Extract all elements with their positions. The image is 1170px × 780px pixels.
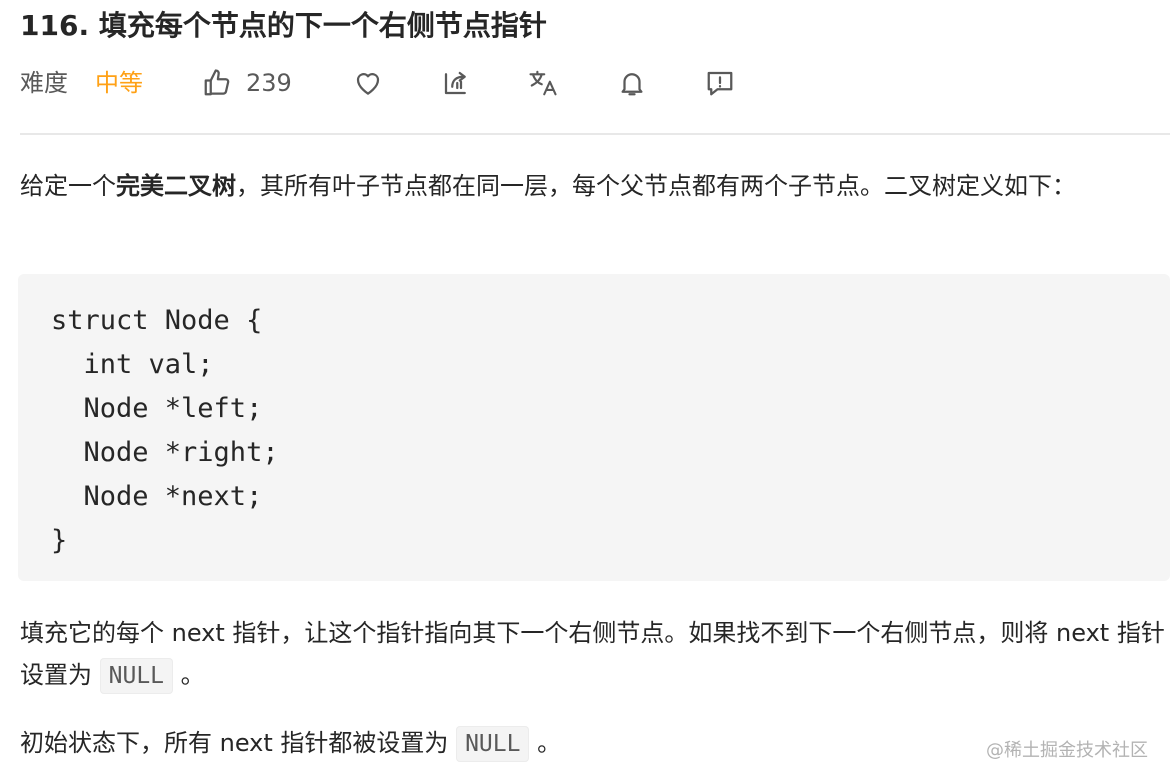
heart-icon[interactable]	[353, 68, 383, 98]
code-block: struct Node { int val; Node *left; Node …	[18, 274, 1170, 581]
divider	[20, 133, 1170, 135]
share-icon[interactable]	[441, 68, 471, 98]
watermark: @稀土掘金技术社区	[986, 740, 1148, 761]
para3-text-a: 初始状态下，所有 next 指针都被设置为	[20, 729, 457, 757]
problem-title: 116. 填充每个节点的下一个右侧节点指针	[20, 9, 547, 42]
intro-text-a: 给定一个	[20, 172, 116, 200]
struct-definition: struct Node { int val; Node *left; Node …	[51, 305, 279, 556]
intro-text-b: ，其所有叶子节点都在同一层，每个父节点都有两个子节点。二叉树定义如下：	[236, 172, 1076, 200]
null-code: NULL	[456, 726, 530, 762]
difficulty-label: 难度	[20, 69, 68, 97]
problem-description: 给定一个完美二叉树，其所有叶子节点都在同一层，每个父节点都有两个子节点。二叉树定…	[20, 168, 1165, 204]
like-count: 239	[246, 69, 292, 97]
null-code: NULL	[99, 658, 174, 694]
difficulty-value: 中等	[95, 69, 143, 97]
intro-bold-term: 完美二叉树	[116, 172, 236, 200]
fill-next-description: 填充它的每个 next 指针，让这个指针指向其下一个右侧节点。如果找不到下一个右…	[20, 612, 1165, 697]
comment-icon[interactable]	[705, 68, 735, 98]
para2-text-b: 。	[173, 661, 205, 689]
problem-meta-bar: 难度 中等 239	[20, 60, 1170, 106]
bell-icon[interactable]	[617, 68, 647, 98]
translate-icon[interactable]	[528, 68, 558, 98]
para3-text-b: 。	[529, 729, 562, 757]
thumb-up-icon[interactable]	[202, 68, 232, 98]
